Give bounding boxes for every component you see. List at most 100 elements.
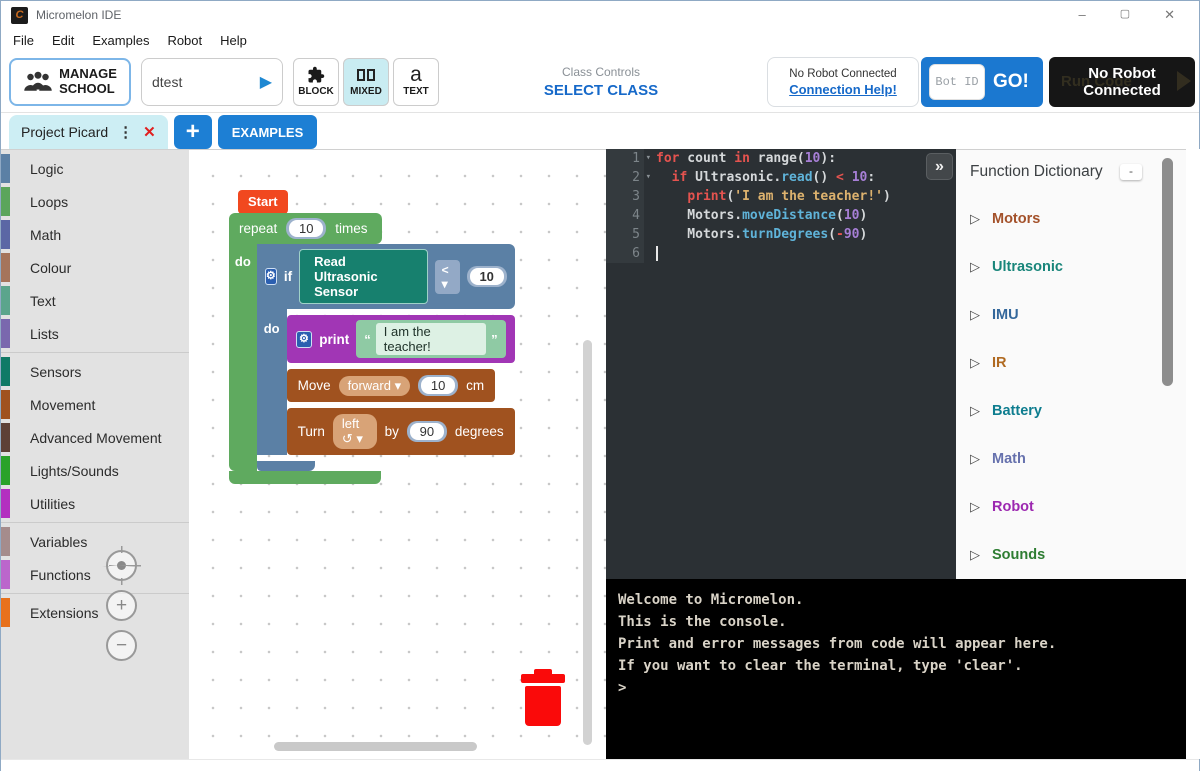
- turn-value-field[interactable]: 90: [410, 423, 444, 440]
- dictionary-item-imu[interactable]: ▷IMU: [956, 291, 1186, 339]
- fold-icon[interactable]: ▾: [646, 149, 651, 168]
- expand-triangle-icon[interactable]: ▷: [970, 211, 980, 227]
- print-gear-icon[interactable]: ⚙: [296, 331, 313, 348]
- examples-button[interactable]: EXAMPLES: [218, 115, 318, 149]
- workspace-horizontal-scrollbar[interactable]: [274, 742, 477, 751]
- expand-triangle-icon[interactable]: ▷: [970, 403, 980, 419]
- turn-direction-dropdown[interactable]: left ↺ ▾: [333, 414, 377, 449]
- tab-menu-icon[interactable]: ⋮: [118, 123, 133, 141]
- tab-project-picard[interactable]: Project Picard ⋮ ✕: [9, 115, 168, 149]
- comparator-dropdown[interactable]: < ▾: [435, 260, 460, 294]
- menu-item-help[interactable]: Help: [220, 33, 247, 48]
- expand-triangle-icon[interactable]: ▷: [970, 499, 980, 515]
- editor-line[interactable]: 1▾for count in range(10):: [606, 149, 956, 168]
- block-turn[interactable]: Turn left ↺ ▾ by 90 degrees: [287, 408, 515, 455]
- editor-line[interactable]: 6: [606, 244, 956, 263]
- mutator-gear-icon[interactable]: ⚙: [265, 268, 277, 285]
- block-if[interactable]: ⚙ if Read Ultrasonic Sensor < ▾ 10 do: [257, 244, 515, 471]
- project-name[interactable]: dtest: [152, 74, 260, 90]
- code-editor[interactable]: 1▾for count in range(10):2▾ if Ultrasoni…: [606, 149, 956, 579]
- block-print[interactable]: ⚙ print “ I am the teacher! ”: [287, 315, 515, 363]
- view-mode-mixed-button[interactable]: MIXED: [343, 58, 389, 106]
- manage-school-button[interactable]: MANAGE SCHOOL: [9, 58, 131, 106]
- zoom-reset-button[interactable]: [106, 550, 137, 581]
- select-class-button[interactable]: SELECT CLASS: [544, 82, 658, 99]
- compare-value-field[interactable]: 10: [470, 268, 504, 285]
- dictionary-item-ir[interactable]: ▷IR: [956, 339, 1186, 387]
- window-minimize-button[interactable]: –: [1078, 7, 1085, 23]
- palette-color-bar: [1, 187, 10, 216]
- block-move[interactable]: Move forward ▾ 10 cm: [287, 369, 496, 402]
- tab-close-icon[interactable]: ✕: [143, 123, 156, 141]
- palette-item-movement[interactable]: Movement: [1, 388, 189, 421]
- minimize-dictionary-button[interactable]: -: [1120, 164, 1142, 180]
- dictionary-item-math[interactable]: ▷Math: [956, 435, 1186, 483]
- menu-item-robot[interactable]: Robot: [167, 33, 202, 48]
- if-label: if: [284, 269, 292, 284]
- dictionary-item-battery[interactable]: ▷Battery: [956, 387, 1186, 435]
- move-direction-dropdown[interactable]: forward ▾: [339, 376, 411, 396]
- editor-line[interactable]: 4 Motors.moveDistance(10): [606, 206, 956, 225]
- view-mode-block-button[interactable]: BLOCK: [293, 58, 339, 106]
- mixed-view-icon: [357, 66, 375, 84]
- menu-item-file[interactable]: File: [13, 33, 34, 48]
- palette-item-text[interactable]: Text: [1, 284, 189, 317]
- palette-item-logic[interactable]: Logic: [1, 152, 189, 185]
- zoom-out-button[interactable]: −: [106, 630, 137, 661]
- palette-item-colour[interactable]: Colour: [1, 251, 189, 284]
- palette-item-functions[interactable]: Functions: [1, 558, 189, 591]
- fold-icon[interactable]: ▾: [646, 168, 651, 187]
- palette-item-advanced-movement[interactable]: Advanced Movement: [1, 421, 189, 454]
- dictionary-item-sounds[interactable]: ▷Sounds: [956, 531, 1186, 579]
- block-start[interactable]: Start: [238, 190, 288, 214]
- workspace-vertical-scrollbar[interactable]: [583, 340, 592, 745]
- bot-id-input[interactable]: [929, 64, 985, 100]
- palette-item-utilities[interactable]: Utilities: [1, 487, 189, 520]
- string-value-field[interactable]: I am the teacher!: [376, 323, 486, 355]
- editor-line[interactable]: 5 Motors.turnDegrees(-90): [606, 225, 956, 244]
- view-mode-text-button[interactable]: aTEXT: [393, 58, 439, 106]
- blockly-workspace[interactable]: Start repeat 10 times do ⚙ if Read Ultr: [189, 149, 606, 759]
- collapse-dictionary-button[interactable]: »: [926, 153, 953, 180]
- go-button[interactable]: GO!: [993, 71, 1029, 93]
- project-name-box[interactable]: dtest ▶: [141, 58, 283, 106]
- expand-triangle-icon[interactable]: ▷: [970, 451, 980, 467]
- window-maximize-button[interactable]: ▢: [1120, 7, 1130, 23]
- editor-line[interactable]: 3 print('I am the teacher!'): [606, 187, 956, 206]
- connection-help-link[interactable]: Connection Help!: [789, 82, 897, 97]
- block-string[interactable]: “ I am the teacher! ”: [356, 320, 505, 358]
- editor-line[interactable]: 2▾ if Ultrasonic.read() < 10:: [606, 168, 956, 187]
- dictionary-label: Motors: [992, 211, 1040, 227]
- repeat-count-field[interactable]: 10: [289, 220, 323, 237]
- expand-triangle-icon[interactable]: ▷: [970, 547, 980, 563]
- palette-item-loops[interactable]: Loops: [1, 185, 189, 218]
- block-repeat[interactable]: repeat 10 times do ⚙ if Read Ultrasonic …: [229, 213, 515, 484]
- block-read-ultrasonic[interactable]: Read Ultrasonic Sensor: [299, 249, 428, 304]
- project-play-icon[interactable]: ▶: [260, 72, 272, 92]
- palette-item-sensors[interactable]: Sensors: [1, 355, 189, 388]
- zoom-in-button[interactable]: +: [106, 590, 137, 621]
- dictionary-scrollbar[interactable]: [1162, 158, 1173, 386]
- dictionary-item-motors[interactable]: ▷ Motors: [956, 195, 1186, 243]
- expand-triangle-icon[interactable]: ▷: [970, 355, 980, 371]
- expand-triangle-icon[interactable]: ▷: [970, 259, 980, 275]
- menu-item-examples[interactable]: Examples: [92, 33, 149, 48]
- palette-item-lights-sounds[interactable]: Lights/Sounds: [1, 454, 189, 487]
- trash-icon[interactable]: [521, 674, 565, 726]
- expand-triangle-icon[interactable]: ▷: [970, 307, 980, 323]
- connection-status: No Robot Connected: [789, 68, 896, 80]
- run-code-button[interactable]: Run Code No RobotConnected: [1049, 57, 1195, 107]
- window-close-button[interactable]: ✕: [1164, 7, 1175, 23]
- move-value-field[interactable]: 10: [421, 377, 455, 394]
- menu-item-edit[interactable]: Edit: [52, 33, 74, 48]
- add-tab-button[interactable]: +: [174, 115, 212, 149]
- palette-color-bar: [1, 253, 10, 282]
- palette-item-extensions[interactable]: Extensions: [1, 596, 189, 629]
- palette-item-lists[interactable]: Lists: [1, 317, 189, 350]
- palette-item-math[interactable]: Math: [1, 218, 189, 251]
- palette-color-bar: [1, 154, 10, 183]
- dictionary-item-ultrasonic[interactable]: ▷Ultrasonic: [956, 243, 1186, 291]
- palette-item-variables[interactable]: Variables: [1, 525, 189, 558]
- console-terminal[interactable]: Welcome to Micromelon.This is the consol…: [606, 579, 1186, 759]
- dictionary-item-robot[interactable]: ▷Robot: [956, 483, 1186, 531]
